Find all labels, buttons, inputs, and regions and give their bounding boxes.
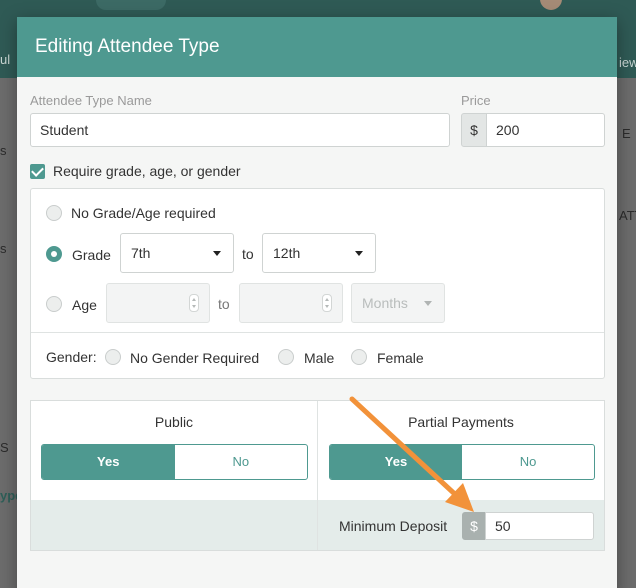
public-label: Public: [154, 414, 194, 430]
deposit-currency-addon: $: [462, 512, 486, 540]
gender-male-radio[interactable]: [278, 349, 294, 365]
chevron-down-icon: [355, 251, 363, 256]
age-to-input[interactable]: [239, 283, 343, 323]
grade-from-select[interactable]: 7th: [120, 233, 234, 273]
partial-yes-button[interactable]: Yes: [330, 445, 462, 479]
partial-no-button[interactable]: No: [462, 445, 594, 479]
stepper-icon: [322, 294, 332, 312]
price-label: Price: [461, 93, 491, 108]
age-to-label: to: [218, 296, 230, 312]
no-grade-age-radio[interactable]: [46, 205, 62, 221]
background-text-fragment: ul: [0, 52, 11, 67]
grade-from-value: 7th: [131, 245, 151, 261]
require-grade-age-gender-checkbox[interactable]: [30, 164, 45, 179]
grade-to-select[interactable]: 12th: [262, 233, 376, 273]
background-text-fragment: ATT: [619, 208, 636, 223]
grade-radio[interactable]: [46, 246, 62, 262]
grade-label: Grade: [72, 247, 111, 263]
public-toggle: Yes No: [41, 444, 308, 480]
modal-title: Editing Attendee Type: [35, 36, 220, 57]
price-currency-addon: $: [461, 113, 487, 147]
age-unit-select[interactable]: Months: [351, 283, 445, 323]
background-avatar: [540, 0, 562, 10]
background-nav-pill: [96, 0, 166, 10]
age-unit-value: Months: [362, 295, 408, 311]
age-radio[interactable]: [46, 296, 62, 312]
no-grade-age-label: No Grade/Age required: [71, 205, 216, 221]
gender-label: Gender:: [46, 349, 97, 365]
grade-to-label: to: [242, 246, 254, 262]
gender-none-label: No Gender Required: [130, 350, 260, 366]
background-text-fragment: iew: [619, 55, 636, 70]
partial-payments-toggle: Yes No: [329, 444, 595, 480]
chevron-down-icon: [213, 251, 221, 256]
panel-divider: [31, 332, 604, 333]
public-no-button[interactable]: No: [175, 445, 308, 479]
background-text-fragment: s: [0, 241, 7, 256]
grade-to-value: 12th: [273, 245, 301, 261]
edit-attendee-type-modal: Editing Attendee Type Attendee Type Name…: [17, 17, 617, 588]
attendee-type-name-label: Attendee Type Name: [30, 93, 152, 108]
price-input[interactable]: 200: [486, 113, 605, 147]
stepper-icon: [189, 294, 199, 312]
age-label: Age: [72, 297, 97, 313]
chevron-down-icon: [424, 301, 432, 306]
gender-female-radio[interactable]: [351, 349, 367, 365]
gender-none-radio[interactable]: [105, 349, 121, 365]
gender-male-label: Male: [304, 350, 335, 366]
partial-payments-label: Partial Payments: [408, 414, 514, 430]
age-from-input[interactable]: [106, 283, 210, 323]
gender-female-label: Female: [377, 350, 424, 366]
payment-options-panel: Public Yes No Partial Payments Yes No Mi…: [30, 400, 605, 551]
public-yes-button[interactable]: Yes: [42, 445, 175, 479]
background-text-fragment: S: [0, 440, 9, 455]
requirements-panel: No Grade/Age required Grade 7th to 12th …: [30, 188, 605, 379]
minimum-deposit-input[interactable]: 50: [485, 512, 594, 540]
modal-header: Editing Attendee Type: [17, 17, 617, 77]
require-grade-age-gender-label: Require grade, age, or gender: [53, 163, 241, 179]
background-text-fragment: s: [0, 143, 7, 158]
minimum-deposit-label: Minimum Deposit: [339, 518, 448, 534]
background-text-fragment: E: [622, 126, 631, 141]
attendee-type-name-input[interactable]: Student: [30, 113, 450, 147]
